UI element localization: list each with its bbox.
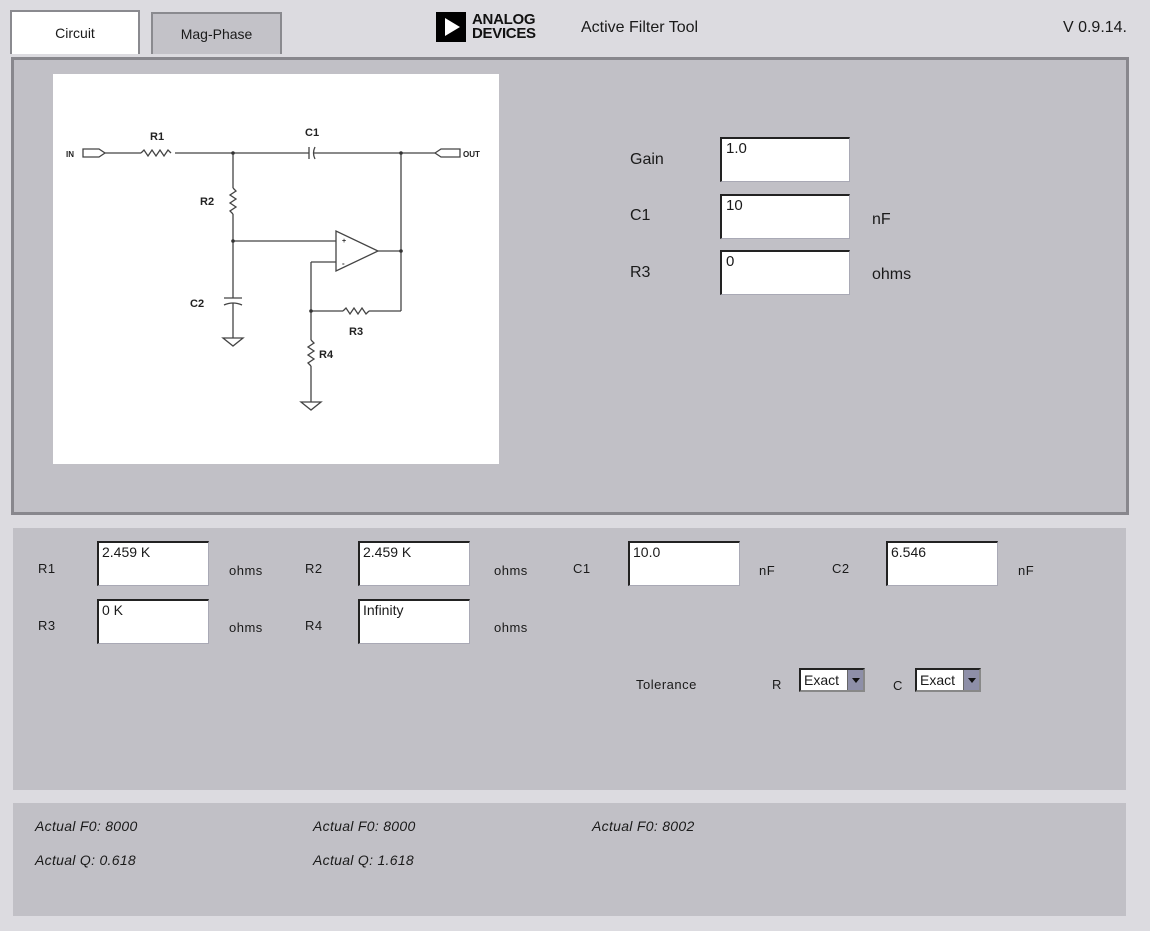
r1-value-field[interactable]: 2.459 K	[97, 541, 209, 586]
r3-design-label: R3	[630, 264, 651, 281]
r3-value-field[interactable]: 0 K	[97, 599, 209, 644]
components-panel: R1 2.459 K ohms R2 2.459 K ohms C1 10.0 …	[13, 528, 1126, 790]
r3-design-unit: ohms	[872, 266, 912, 283]
gain-label: Gain	[630, 151, 664, 168]
tolerance-r-label: R	[772, 677, 782, 692]
r4-label: R4	[319, 349, 334, 361]
app-title: Active Filter Tool	[581, 19, 699, 36]
r1-resistor	[140, 148, 172, 158]
c1-design-unit: nF	[872, 211, 891, 228]
in-label: IN	[66, 150, 74, 159]
tab-mag-phase-label: Mag-Phase	[180, 26, 253, 42]
tab-mag-phase[interactable]: Mag-Phase	[151, 12, 282, 54]
tolerance-r-value: Exact	[804, 672, 840, 688]
gain-input[interactable]: 1.0	[720, 137, 850, 182]
tolerance-c-label: C	[893, 678, 903, 693]
tab-circuit-label: Circuit	[55, 25, 95, 41]
c1-unit: nF	[759, 563, 776, 578]
r3-resistor	[342, 306, 370, 316]
r1-label: R1	[38, 561, 56, 576]
svg-text:-: -	[342, 259, 345, 268]
tolerance-r-select[interactable]: Exact	[799, 668, 865, 692]
r3-unit: ohms	[229, 620, 263, 635]
analog-devices-logo: ANALOG DEVICES	[436, 12, 536, 42]
r3-label: R3	[349, 326, 363, 338]
analog-devices-triangle-icon	[436, 12, 466, 42]
tolerance-label: Tolerance	[636, 677, 697, 692]
chevron-down-icon[interactable]	[847, 670, 863, 690]
logo-line-2: DEVICES	[472, 25, 536, 42]
result-col2-q: Actual Q: 1.618	[313, 852, 415, 868]
r2-unit: ohms	[494, 563, 528, 578]
r4-ground-icon	[299, 401, 323, 411]
version-label: V 0.9.14.	[1062, 19, 1127, 36]
c1-value-field[interactable]: 10.0	[628, 541, 740, 586]
tab-circuit[interactable]: Circuit	[10, 10, 140, 54]
r3-design-input[interactable]: 0	[720, 250, 850, 295]
tolerance-c-select[interactable]: Exact	[915, 668, 981, 692]
schematic-diagram: + - IN OUT R1 C1 R2 C2 R3 R4	[66, 127, 480, 411]
c1-label: C1	[573, 561, 591, 576]
c1-design-label: C1	[630, 207, 651, 224]
result-col1-f0: Actual F0: 8000	[35, 818, 138, 834]
circuit-panel: + - IN OUT R1 C1 R2 C2 R3 R4 Gain 1.0 C1…	[11, 57, 1129, 515]
r4-resistor	[306, 339, 316, 367]
result-col1-q: Actual Q: 0.618	[35, 852, 137, 868]
circuit-schematic: + - IN OUT R1 C1 R2 C2 R3 R4	[53, 74, 499, 464]
r3-label: R3	[38, 618, 56, 633]
r2-resistor	[228, 187, 238, 215]
logo-text: ANALOG DEVICES	[472, 12, 536, 42]
r2-value-field[interactable]: 2.459 K	[358, 541, 470, 586]
r1-label: R1	[150, 131, 164, 143]
c2-ground-icon	[221, 337, 245, 347]
r2-label: R2	[305, 561, 323, 576]
out-label: OUT	[463, 150, 480, 159]
tolerance-c-value: Exact	[920, 672, 956, 688]
c2-label: C2	[190, 298, 204, 310]
result-col2-f0: Actual F0: 8000	[313, 818, 416, 834]
c2-unit: nF	[1018, 563, 1035, 578]
in-connector	[82, 148, 107, 158]
out-connector	[433, 148, 461, 158]
r4-value-field[interactable]: Infinity	[358, 599, 470, 644]
c1-design-input[interactable]: 10	[720, 194, 850, 239]
chevron-down-icon[interactable]	[963, 670, 979, 690]
results-panel: Actual F0: 8000 Actual Q: 0.618 Actual F…	[13, 803, 1126, 916]
c2-label: C2	[832, 561, 850, 576]
r1-unit: ohms	[229, 563, 263, 578]
r4-label: R4	[305, 618, 323, 633]
r2-label: R2	[200, 196, 214, 208]
svg-text:+: +	[342, 238, 346, 245]
r4-unit: ohms	[494, 620, 528, 635]
c2-value-field[interactable]: 6.546	[886, 541, 998, 586]
result-col3-f0: Actual F0: 8002	[592, 818, 695, 834]
c1-label: C1	[305, 127, 319, 139]
